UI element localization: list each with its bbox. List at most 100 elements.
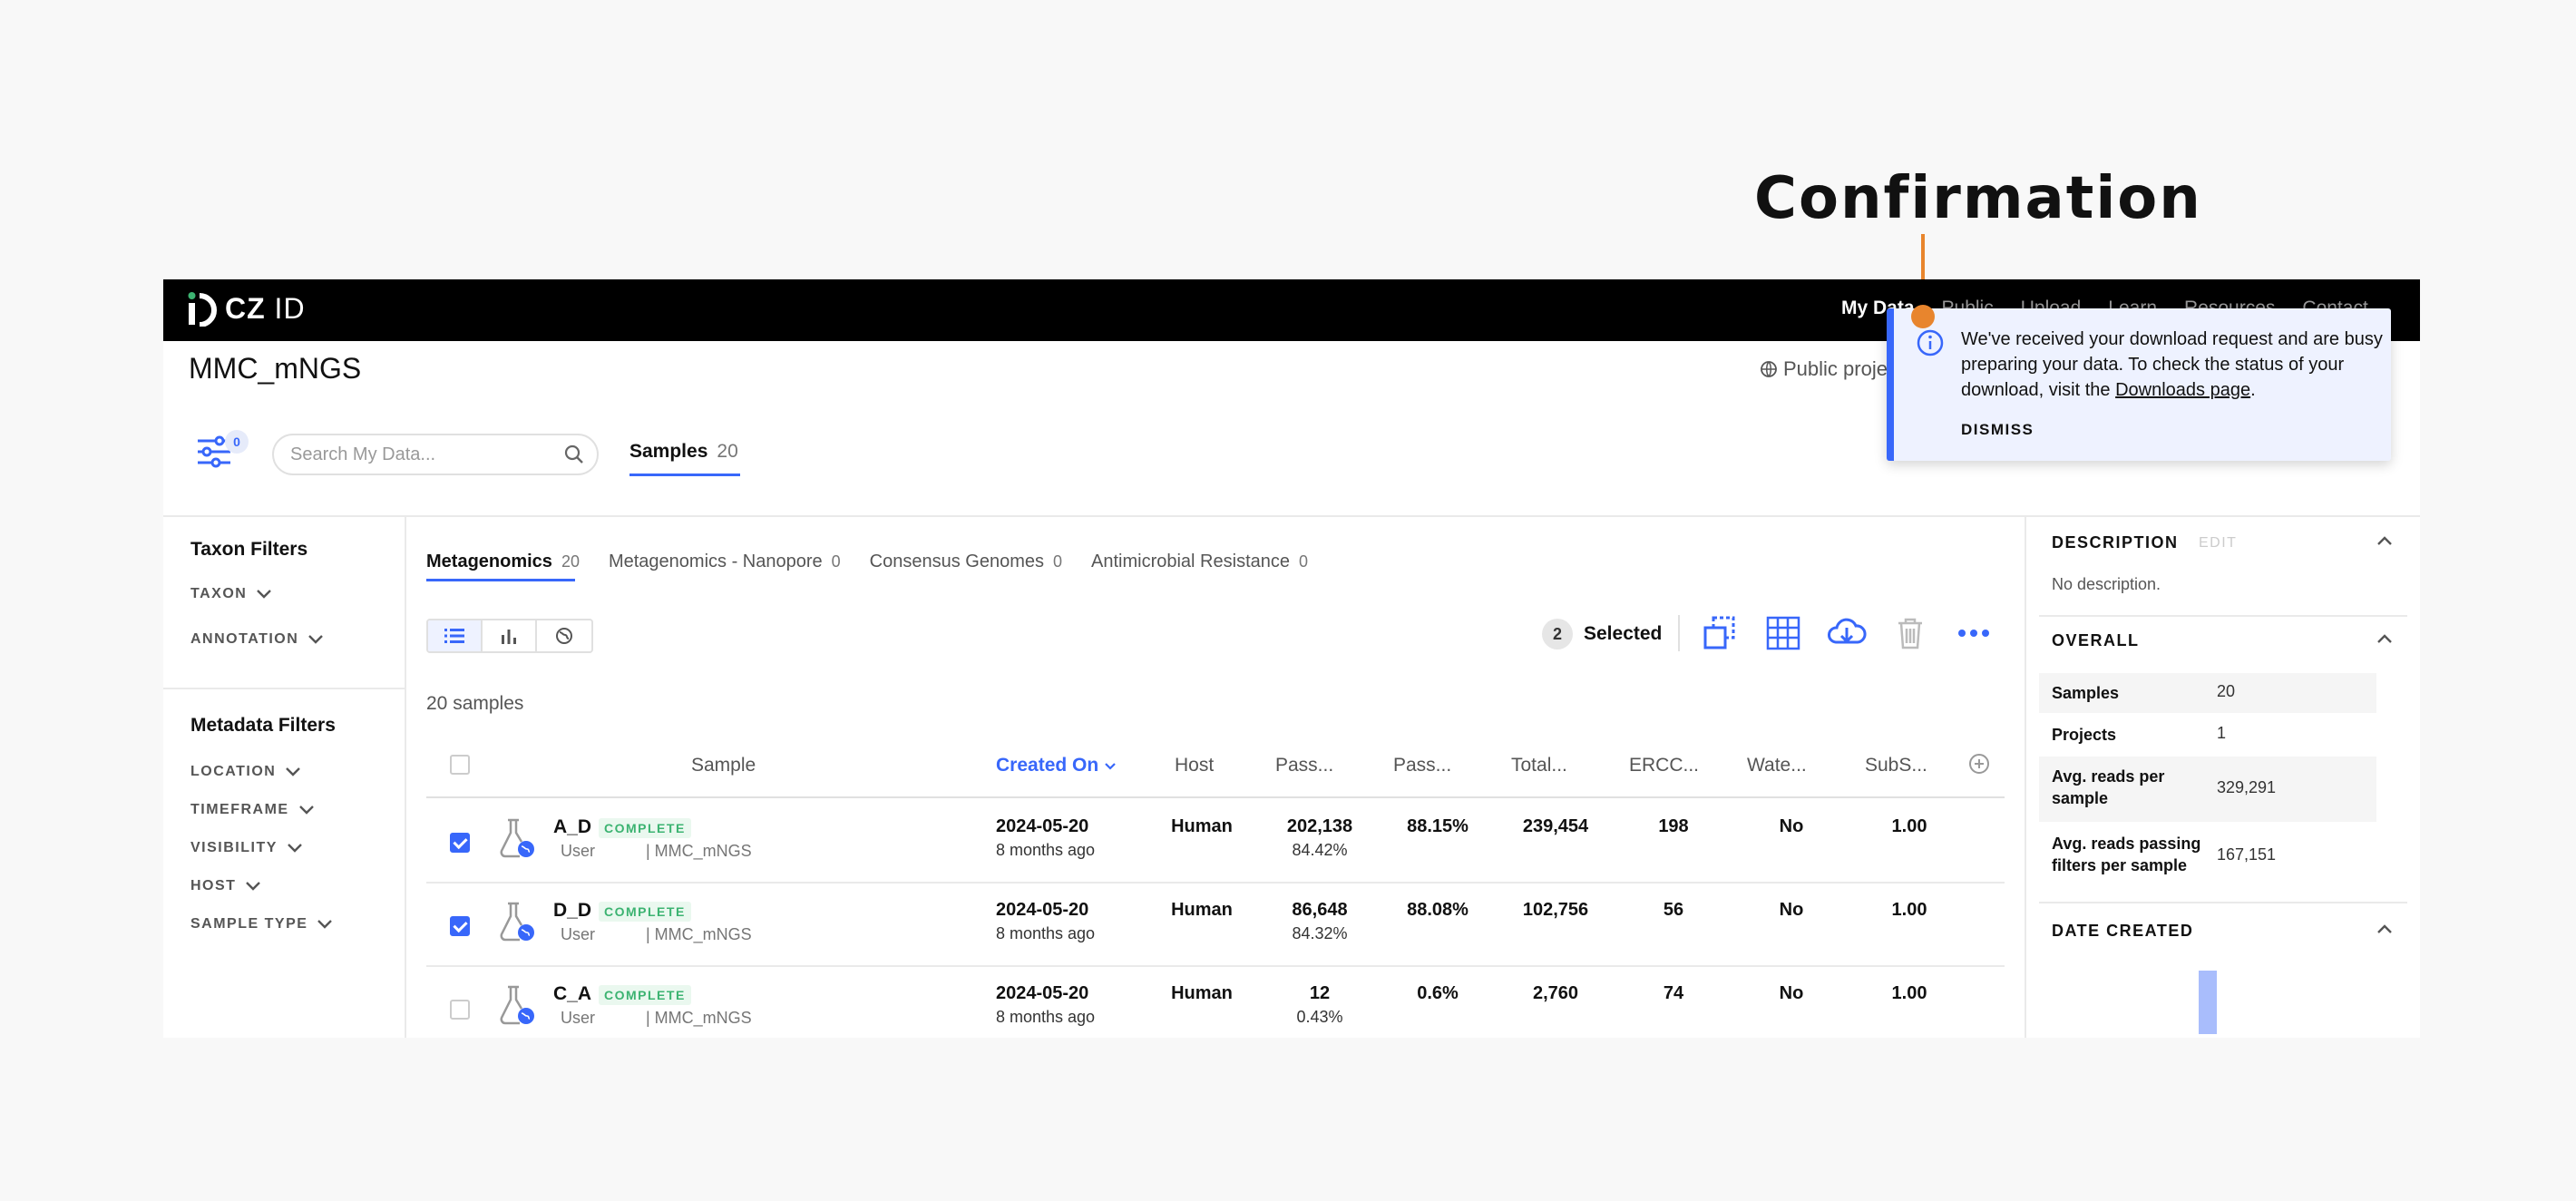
ercc-cell: 56 — [1663, 900, 1684, 920]
filter-visibility[interactable]: VISIBILITY — [190, 840, 303, 856]
subsampled-cell: 1.00 — [1891, 900, 1927, 920]
filter-location[interactable]: LOCATION — [190, 764, 301, 780]
dismiss-button[interactable]: DISMISS — [1961, 421, 2034, 439]
public-project-label: Public project — [1760, 357, 1903, 381]
tab-consensus-genomes[interactable]: Consensus Genomes 0 — [870, 552, 1062, 572]
chevron-up-icon[interactable] — [2376, 633, 2393, 644]
column-ercc[interactable]: ERCC... — [1629, 755, 1699, 776]
chevron-up-icon[interactable] — [2376, 923, 2393, 934]
sample-meta: User | MMC_mNGS — [561, 925, 752, 943]
column-created-on[interactable]: Created On — [996, 755, 1117, 776]
sample-name[interactable]: A_D — [553, 816, 591, 838]
select-all-checkbox[interactable] — [450, 755, 470, 775]
ercc-cell: 74 — [1663, 983, 1684, 1003]
water-control-cell: No — [1779, 816, 1804, 836]
logo[interactable]: CZ ID — [187, 290, 306, 327]
selected-count: 2 — [1542, 619, 1573, 649]
workflow-tabs: Metagenomics 20 Metagenomics - Nanopore 0 … — [426, 552, 1308, 572]
passed-qc-cell: 202,138 84.42% — [1286, 816, 1353, 859]
created-on-cell: 2024-05-20 8 months ago — [996, 983, 1096, 1026]
host-cell: Human — [1171, 983, 1233, 1003]
trash-icon — [1898, 618, 1922, 649]
stat-avg-reads: Avg. reads per sample 329,291 — [2039, 757, 2376, 822]
host-cell: Human — [1171, 816, 1233, 836]
selected-label: Selected — [1584, 623, 1663, 644]
row-checkbox[interactable] — [450, 916, 470, 936]
map-view-button[interactable] — [537, 620, 591, 651]
table-view-button[interactable] — [428, 620, 483, 651]
column-host[interactable]: Host — [1175, 755, 1214, 776]
search-icon[interactable] — [564, 444, 584, 464]
chevron-down-icon — [246, 882, 261, 891]
filter-timeframe[interactable]: TIMEFRAME — [190, 802, 315, 818]
description-text: No description. — [2052, 575, 2161, 593]
column-water-control[interactable]: Wate... — [1747, 755, 1807, 776]
filter-sample-type[interactable]: SAMPLE TYPE — [190, 916, 333, 932]
toolbar-divider — [1678, 615, 1680, 651]
copy-dashed-icon — [1703, 616, 1735, 649]
flask-globe-icon — [500, 985, 534, 1025]
edit-description-button[interactable]: EDIT — [2199, 535, 2237, 552]
heatmap-button[interactable] — [1763, 613, 1803, 653]
search-placeholder: Search My Data... — [290, 444, 436, 464]
tab-metagenomics-nanopore[interactable]: Metagenomics - Nanopore 0 — [609, 552, 841, 572]
table-row[interactable]: C_A COMPLETE User | MMC_mNGS 2024-05-20 8 … — [426, 967, 2005, 1038]
stat-avg-passing: Avg. reads passing filters per sample 16… — [2052, 835, 2277, 874]
logo-icon — [188, 292, 217, 327]
table-row[interactable]: D_D COMPLETE User | MMC_mNGS 2024-05-20 8 … — [426, 884, 2005, 967]
column-total-reads[interactable]: Total... — [1511, 755, 1567, 776]
column-passed-filters[interactable]: Pass... — [1393, 755, 1451, 776]
table-row[interactable]: A_D COMPLETE User | MMC_mNGS 2024-05-20 8 … — [426, 800, 2005, 884]
created-on-cell: 2024-05-20 8 months ago — [996, 816, 1096, 859]
status-badge: COMPLETE — [599, 818, 691, 838]
subsampled-cell: 1.00 — [1891, 816, 1927, 836]
tab-metagenomics[interactable]: Metagenomics 20 — [426, 552, 580, 572]
chevron-down-icon — [308, 635, 324, 644]
download-button[interactable] — [1827, 613, 1867, 653]
annotation-label: Confirmation — [1754, 165, 2202, 232]
column-passed-qc[interactable]: Pass... — [1275, 755, 1333, 776]
filter-annotation[interactable]: ANNOTATION — [190, 631, 324, 648]
chevron-down-icon — [298, 806, 314, 815]
add-column-icon[interactable] — [1968, 753, 1990, 775]
ercc-cell: 198 — [1658, 816, 1689, 836]
column-subsampled[interactable]: SubS... — [1865, 755, 1927, 776]
project-title: MMC_mNGS — [189, 352, 362, 385]
sample-name[interactable]: D_D — [553, 900, 591, 922]
row-checkbox[interactable] — [450, 1000, 470, 1020]
filter-taxon[interactable]: TAXON — [190, 586, 272, 602]
taxon-filters-title: Taxon Filters — [190, 539, 308, 560]
chevron-down-icon — [1105, 763, 1116, 770]
chevron-down-icon — [288, 844, 302, 853]
filter-panel: Taxon Filters TAXON ANNOTATION Metadata … — [163, 517, 406, 1038]
filter-host[interactable]: HOST — [190, 878, 261, 894]
sample-meta: User | MMC_mNGS — [561, 1009, 752, 1027]
downloads-page-link[interactable]: Downloads page — [2115, 380, 2250, 400]
stat-projects: Projects 1 — [2052, 724, 2227, 744]
chevron-up-icon[interactable] — [2376, 535, 2393, 546]
date-histogram-bar[interactable] — [2199, 971, 2217, 1034]
bulk-kickoff-button[interactable] — [1700, 613, 1740, 653]
description-title: DESCRIPTION — [2052, 533, 2179, 552]
workflow-tab-underline — [426, 579, 575, 581]
row-checkbox[interactable] — [450, 833, 470, 853]
details-sidebar: DESCRIPTION EDIT No description. OVERALL… — [2025, 517, 2420, 1038]
status-badge: COMPLETE — [599, 902, 691, 922]
more-options-button[interactable] — [1954, 613, 1994, 653]
view-toggle — [426, 619, 593, 653]
sample-name[interactable]: C_A — [553, 983, 591, 1005]
search-input[interactable]: Search My Data... — [272, 434, 599, 475]
tab-samples[interactable]: Samples 20 — [629, 441, 738, 463]
sample-count: 20 samples — [426, 693, 524, 714]
table-header: Sample Created On Host Pass... Pass... T… — [426, 733, 2005, 798]
chart-view-button[interactable] — [483, 620, 537, 651]
water-control-cell: No — [1779, 900, 1804, 920]
metadata-filters-title: Metadata Filters — [190, 715, 336, 736]
bar-chart-icon — [502, 630, 516, 644]
host-cell: Human — [1171, 900, 1233, 920]
delete-button[interactable] — [1890, 613, 1930, 653]
tab-antimicrobial-resistance[interactable]: Antimicrobial Resistance 0 — [1091, 552, 1308, 572]
column-sample[interactable]: Sample — [691, 755, 756, 776]
tab-underline — [629, 474, 740, 476]
filter-count-badge: 0 — [225, 430, 249, 454]
